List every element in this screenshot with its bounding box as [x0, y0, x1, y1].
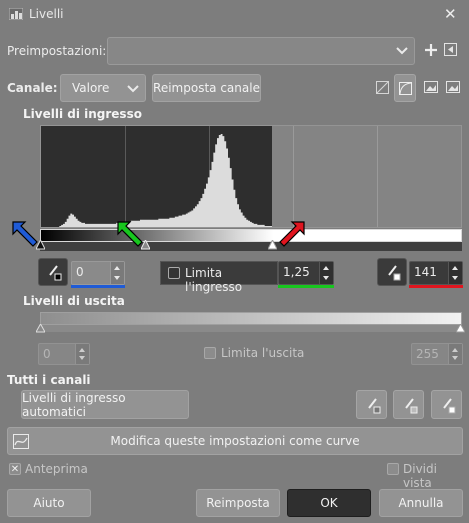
- red-arrow-marker: [279, 221, 305, 247]
- pick-white-point-button[interactable]: [377, 258, 407, 286]
- image-alt-icon[interactable]: [446, 81, 460, 93]
- split-view-checkbox[interactable]: [387, 463, 399, 475]
- white-point-handle[interactable]: [268, 240, 277, 250]
- grid-line: [377, 126, 378, 227]
- output-low-handle[interactable]: [36, 324, 45, 333]
- input-gradient-bar[interactable]: [40, 229, 462, 242]
- reset-button[interactable]: Reimposta: [196, 489, 280, 517]
- output-low-value: 0: [43, 347, 51, 361]
- preview-label: Anteprima: [25, 462, 88, 476]
- add-preset-icon[interactable]: [425, 44, 437, 56]
- clamp-input-checkbox[interactable]: [168, 267, 180, 279]
- eyedropper-black-icon: [368, 398, 381, 414]
- histogram-area: [41, 134, 272, 227]
- eyedropper-white-icon: [443, 398, 456, 414]
- spin-arrows[interactable]: [110, 262, 124, 284]
- accent-green-line: [278, 285, 334, 288]
- curves-icon: [13, 434, 29, 449]
- pick-black-button[interactable]: [356, 390, 387, 419]
- input-gradient-lower: [40, 242, 462, 251]
- spin-arrows[interactable]: [75, 344, 89, 364]
- cancel-button[interactable]: Annulla: [379, 489, 463, 517]
- image-icon[interactable]: [424, 81, 438, 93]
- window-title: Livelli: [29, 7, 64, 21]
- channel-value: Valore: [72, 81, 110, 95]
- spin-arrows[interactable]: [448, 262, 462, 284]
- output-high-spinner[interactable]: 255: [411, 343, 463, 365]
- edit-as-curves-label: Modifica queste impostazioni come curve: [110, 434, 360, 448]
- log-histogram-button[interactable]: [394, 74, 416, 102]
- channel-combo[interactable]: Valore: [60, 74, 146, 102]
- clamp-output-checkbox[interactable]: [204, 347, 216, 359]
- grid-line: [293, 126, 294, 227]
- output-low-spinner[interactable]: 0: [38, 343, 90, 365]
- input-white-spinner[interactable]: 141: [409, 261, 463, 285]
- help-button[interactable]: Aiuto: [7, 489, 91, 517]
- eyedropper-black-icon: [49, 265, 62, 281]
- output-gradient-bar[interactable]: [40, 312, 462, 325]
- eyedropper-gray-icon: [405, 398, 418, 414]
- clamp-input-box[interactable]: Limita l'ingresso: [160, 261, 278, 294]
- edit-as-curves-button[interactable]: Modifica queste impostazioni come curve: [7, 427, 463, 455]
- input-black-value: 0: [76, 265, 84, 279]
- pick-gray-button[interactable]: [393, 390, 424, 419]
- reset-channel-button[interactable]: Reimposta canale: [152, 74, 261, 102]
- channel-label: Canale:: [7, 81, 58, 95]
- presets-menu-icon[interactable]: [444, 43, 457, 56]
- chevron-down-icon: [127, 85, 139, 93]
- histogram-plot: [41, 134, 272, 227]
- gamma-value: 1,25: [283, 265, 310, 279]
- close-icon[interactable]: ✕: [444, 5, 457, 23]
- presets-label: Preimpostazioni:: [7, 44, 107, 58]
- gamma-spinner[interactable]: 1,25: [278, 261, 334, 285]
- input-levels-heading: Livelli di ingresso: [23, 107, 142, 121]
- green-arrow-marker: [117, 221, 143, 247]
- spin-arrows[interactable]: [448, 344, 462, 364]
- pick-white-button[interactable]: [431, 390, 462, 419]
- title-bar: Livelli ✕: [0, 0, 469, 30]
- preview-checkbox[interactable]: ✕: [9, 463, 21, 475]
- pick-black-point-button[interactable]: [38, 258, 68, 286]
- chevron-down-icon: [396, 47, 408, 55]
- output-gradient-lower: [40, 325, 462, 332]
- spin-arrows[interactable]: [319, 262, 333, 284]
- accent-red-line: [409, 285, 463, 288]
- clamp-output-label: Limita l'uscita: [221, 346, 305, 360]
- output-high-handle[interactable]: [456, 324, 465, 333]
- levels-app-icon: [9, 8, 23, 20]
- ok-button[interactable]: OK: [287, 489, 371, 517]
- presets-combo[interactable]: [107, 37, 415, 65]
- accent-blue-line: [71, 285, 125, 288]
- input-white-value: 141: [414, 265, 437, 279]
- output-high-value: 255: [416, 347, 439, 361]
- blue-arrow-marker: [12, 221, 38, 247]
- output-levels-heading: Livelli di uscita: [23, 294, 125, 308]
- input-black-spinner[interactable]: 0: [71, 261, 125, 285]
- linear-histogram-icon[interactable]: [376, 81, 389, 94]
- all-channels-heading: Tutti i canali: [7, 373, 91, 387]
- eyedropper-white-icon: [388, 265, 401, 281]
- clamp-input-label: Limita l'ingresso: [185, 266, 243, 294]
- log-histogram-icon: [399, 82, 412, 95]
- histogram-frame: [40, 125, 462, 228]
- auto-input-levels-button[interactable]: Livelli di ingresso automatici: [21, 390, 189, 419]
- split-view-label: Dividi vista: [403, 462, 437, 490]
